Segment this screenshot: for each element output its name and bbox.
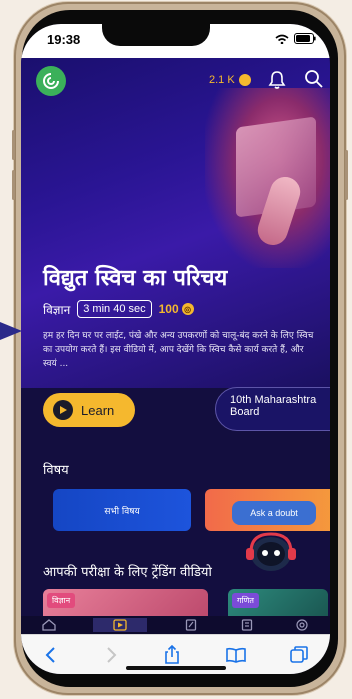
learn-button-label: Learn <box>81 402 115 418</box>
back-icon[interactable] <box>43 646 59 664</box>
coin-icon: ◎ <box>181 303 194 315</box>
subject-card-all[interactable]: सभी विषय <box>53 489 191 531</box>
coin-icon: ◎ <box>238 74 251 87</box>
coin-balance[interactable]: 2.1 K ◎ <box>209 74 251 87</box>
notes-icon[interactable] <box>180 618 202 632</box>
subject-label: विज्ञान <box>43 302 71 317</box>
duration-badge: 3 min 40 sec <box>77 300 152 318</box>
power-button <box>345 150 348 200</box>
video-icon[interactable] <box>93 618 148 632</box>
bottom-tab-bar <box>21 616 330 634</box>
board-selector[interactable]: 10th Maharashtra Board <box>215 387 330 431</box>
points-badge: 100 ◎ <box>159 302 194 316</box>
video-meta: विज्ञान 3 min 40 sec 100 ◎ <box>43 300 194 318</box>
volume-down-button <box>12 170 15 200</box>
home-indicator[interactable] <box>126 666 226 670</box>
learn-button[interactable]: Learn <box>43 393 135 427</box>
battery-icon <box>294 33 316 44</box>
volume-up-button <box>12 130 15 160</box>
tabs-icon[interactable] <box>290 646 308 664</box>
share-icon[interactable] <box>163 645 181 665</box>
bell-icon[interactable] <box>266 69 288 91</box>
forward-icon[interactable] <box>103 646 119 664</box>
ask-doubt-button[interactable]: Ask a doubt <box>232 501 316 525</box>
trending-section-title: आपकी परीक्षा के लिए ट्रेंडिंग वीडियो <box>43 565 212 580</box>
doubt-bot-icon[interactable] <box>245 530 297 574</box>
home-icon[interactable] <box>38 618 60 632</box>
coin-count: 2.1 K <box>209 74 235 86</box>
video-description: हम हर दिन घर पर लाईट, पंखे और अन्य उपकरण… <box>43 331 314 369</box>
search-icon[interactable] <box>304 69 324 89</box>
trending-card-tag: विज्ञान <box>47 593 76 608</box>
target-icon[interactable] <box>291 618 313 632</box>
status-time: 19:38 <box>47 32 81 47</box>
wifi-icon <box>275 34 289 44</box>
subject-card-label: सभी विषय <box>104 506 140 517</box>
points-value: 100 <box>158 302 179 316</box>
play-icon <box>53 400 73 420</box>
system-icons <box>275 33 316 44</box>
subjects-section-title: विषय <box>43 463 69 478</box>
app-screen: 19:38 2.1 K ◎ विद्युत स्विच का परिचय विज… <box>21 24 330 674</box>
board-line-1: 10th Maharashtra <box>230 394 317 406</box>
trending-card-tag: गणित <box>232 593 259 608</box>
pointer-arrow-icon <box>0 322 22 340</box>
bookmarks-icon[interactable] <box>225 647 246 663</box>
phone-notch <box>102 24 210 46</box>
test-icon[interactable] <box>236 618 258 632</box>
board-line-2: Board <box>230 406 260 418</box>
app-logo-icon[interactable] <box>36 66 66 96</box>
ask-doubt-label: Ask a doubt <box>250 508 298 518</box>
video-title: विद्युत स्विच का परिचय <box>43 266 228 291</box>
